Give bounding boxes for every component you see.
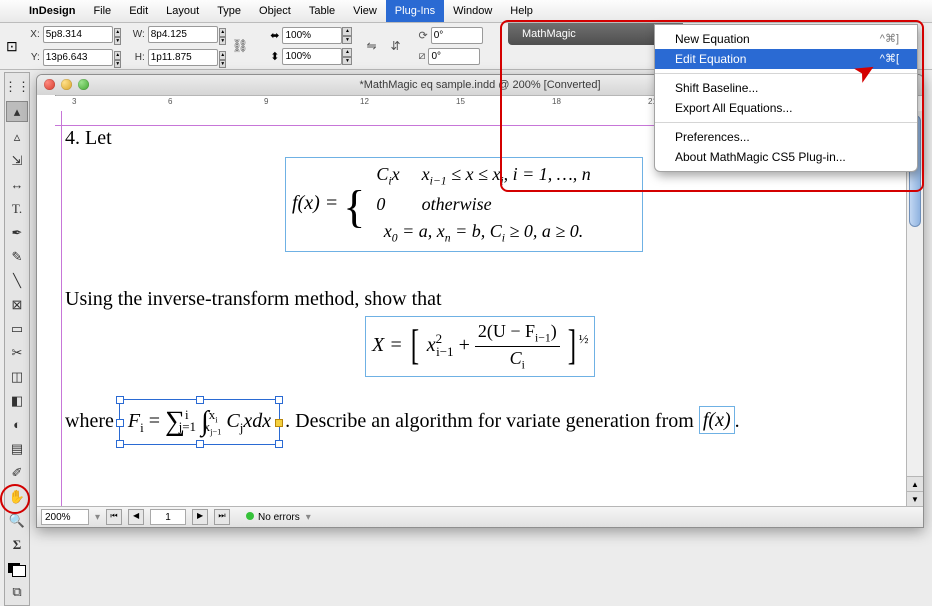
menu-shift-baseline[interactable]: Shift Baseline... — [655, 78, 917, 98]
h-field[interactable]: 1p11.875▲▼ — [148, 49, 218, 66]
constrain-icon[interactable]: ⛓ — [232, 38, 249, 54]
x-field[interactable]: 5p8.314▲▼ — [43, 26, 113, 43]
menu-file[interactable]: File — [84, 0, 120, 22]
menubar-app[interactable]: InDesign — [20, 0, 84, 22]
tool-gradient-swatch[interactable]: ◧ — [7, 391, 27, 410]
equation-fx-inline[interactable]: f(x) — [699, 406, 735, 434]
tool-gradient-feather[interactable]: ◐ — [7, 415, 27, 434]
next-page-button[interactable]: ▶ — [192, 509, 208, 525]
transform-group: ⟳0° ⧄0° — [418, 27, 482, 65]
zoom-level-field[interactable]: 200% — [41, 509, 89, 525]
shear-field[interactable]: 0° — [428, 48, 480, 65]
menu-type[interactable]: Type — [208, 0, 250, 22]
tool-rectangle-frame[interactable]: ⊠ — [7, 295, 27, 314]
w-field[interactable]: 8p4.125▲▼ — [148, 26, 218, 43]
status-ok-icon — [246, 512, 254, 520]
tool-page[interactable]: ⇲ — [7, 151, 27, 170]
tool-note[interactable]: ▤ — [7, 439, 27, 458]
tool-direct-selection[interactable]: ▵ — [7, 127, 27, 146]
tool-scissors[interactable]: ✂ — [7, 343, 27, 362]
page-field[interactable]: 1 — [150, 509, 186, 525]
zoom-icon[interactable] — [78, 79, 89, 90]
margin-guide-left — [61, 111, 62, 507]
scroll-up-icon[interactable]: ▲ — [907, 476, 923, 492]
window-title: *MathMagic eq sample.indd @ 200% [Conver… — [359, 79, 600, 91]
tool-hand[interactable]: ✋ — [7, 487, 27, 506]
tool-type[interactable]: T. — [7, 199, 27, 218]
menu-plugins[interactable]: Plug-Ins — [386, 0, 444, 22]
scale-y-icon: ⬍ — [270, 50, 279, 63]
first-page-button[interactable]: ⏮ — [106, 509, 122, 525]
tool-rectangle[interactable]: ▭ — [7, 319, 27, 338]
scroll-down-icon[interactable]: ▼ — [907, 491, 923, 507]
tool-line[interactable]: ╲ — [7, 271, 27, 290]
tool-selection[interactable]: ▴ — [6, 101, 28, 122]
tool-gap[interactable]: ↔ — [7, 175, 27, 194]
scale-y-field[interactable]: 100%▲▼ — [282, 48, 342, 65]
prev-page-button[interactable]: ◀ — [128, 509, 144, 525]
menu-help[interactable]: Help — [501, 0, 542, 22]
ruler-vertical[interactable] — [37, 111, 56, 507]
menu-preferences[interactable]: Preferences... — [655, 127, 917, 147]
menu-object[interactable]: Object — [250, 0, 300, 22]
misc-icons: ⇋ ⇵ — [362, 37, 404, 55]
ruler-origin[interactable] — [37, 95, 56, 112]
flip-h-icon[interactable]: ⇋ — [362, 37, 380, 55]
preflight-status[interactable]: No errors — [246, 512, 300, 523]
scale-x-field[interactable]: 100%▲▼ — [282, 27, 342, 44]
scale-x-icon: ⬌ — [270, 29, 279, 42]
page-content: 4. Let f(x) = { Cix xi−1 ≤ x ≤ xi, i = 1… — [65, 125, 740, 445]
y-field[interactable]: 13p6.643▲▼ — [43, 49, 113, 66]
tool-mathmagic[interactable]: Σ — [7, 535, 27, 554]
reference-point-icon[interactable]: ⊡ — [6, 38, 18, 55]
tool-free-transform[interactable]: ◫ — [7, 367, 27, 386]
menu-new-equation[interactable]: New Equation^⌘] — [655, 29, 917, 49]
window-controls — [44, 79, 89, 90]
equation-Fi-selected[interactable]: Fi = ∑ij=1 ∫xixj−1 Cjxdx — [119, 399, 280, 445]
menubar: InDesign File Edit Layout Type Object Ta… — [0, 0, 932, 23]
scale-group: ⬌100%▲▼ ⬍100%▲▼ — [270, 27, 342, 65]
tool-pen[interactable]: ✒ — [7, 223, 27, 242]
tool-pencil[interactable]: ✎ — [7, 247, 27, 266]
menu-view[interactable]: View — [344, 0, 386, 22]
statusbar: 200% ▾ ⏮ ◀ 1 ▶ ⏭ No errors ▾ — [37, 506, 923, 527]
rotate-icon: ⟳ — [418, 29, 427, 42]
rotate-field[interactable]: 0° — [431, 27, 483, 44]
flip-v-icon[interactable]: ⇵ — [386, 37, 404, 55]
text-line-1: 4. Let — [65, 125, 740, 151]
minimize-icon[interactable] — [61, 79, 72, 90]
tool-zoom[interactable]: 🔍 — [7, 511, 27, 530]
mathmagic-dropdown: New Equation^⌘] Edit Equation^⌘[ Shift B… — [654, 24, 918, 172]
last-page-button[interactable]: ⏭ — [214, 509, 230, 525]
toolbox: ⋮⋮ ▴ ▵ ⇲ ↔ T. ✒ ✎ ╲ ⊠ ▭ ✂ ◫ ◧ ◐ ▤ ✐ ✋ 🔍 … — [4, 72, 30, 606]
menu-edit-equation[interactable]: Edit Equation^⌘[ — [655, 49, 917, 69]
menu-window[interactable]: Window — [444, 0, 501, 22]
tool-grabber[interactable]: ⋮⋮ — [7, 77, 27, 96]
tool-screen-mode[interactable]: ⧉ — [7, 582, 27, 601]
size-group: W:8p4.125▲▼ H:1p11.875▲▼ — [131, 22, 218, 70]
position-group: X:5p8.314▲▼ Y:13p6.643▲▼ — [26, 22, 113, 70]
menu-table[interactable]: Table — [300, 0, 344, 22]
text-line-2: Using the inverse-transform method, show… — [65, 286, 740, 312]
equation-fx[interactable]: f(x) = { Cix xi−1 ≤ x ≤ xi, i = 1, …, n … — [285, 157, 643, 252]
menu-about[interactable]: About MathMagic CS5 Plug-in... — [655, 147, 917, 167]
menu-layout[interactable]: Layout — [157, 0, 208, 22]
text-line-3: where Fi = ∑ij=1 ∫xixj−1 Cjxdx . Describ… — [65, 399, 740, 445]
fill-stroke-swatch[interactable] — [8, 563, 26, 577]
equation-X[interactable]: X = [ x2i−1 + 2(U − Fi−1) Ci ]½ — [365, 316, 595, 377]
tool-eyedropper[interactable]: ✐ — [7, 463, 27, 482]
menu-edit[interactable]: Edit — [120, 0, 157, 22]
menu-export-all[interactable]: Export All Equations... — [655, 98, 917, 118]
shear-icon: ⧄ — [418, 50, 425, 63]
close-icon[interactable] — [44, 79, 55, 90]
